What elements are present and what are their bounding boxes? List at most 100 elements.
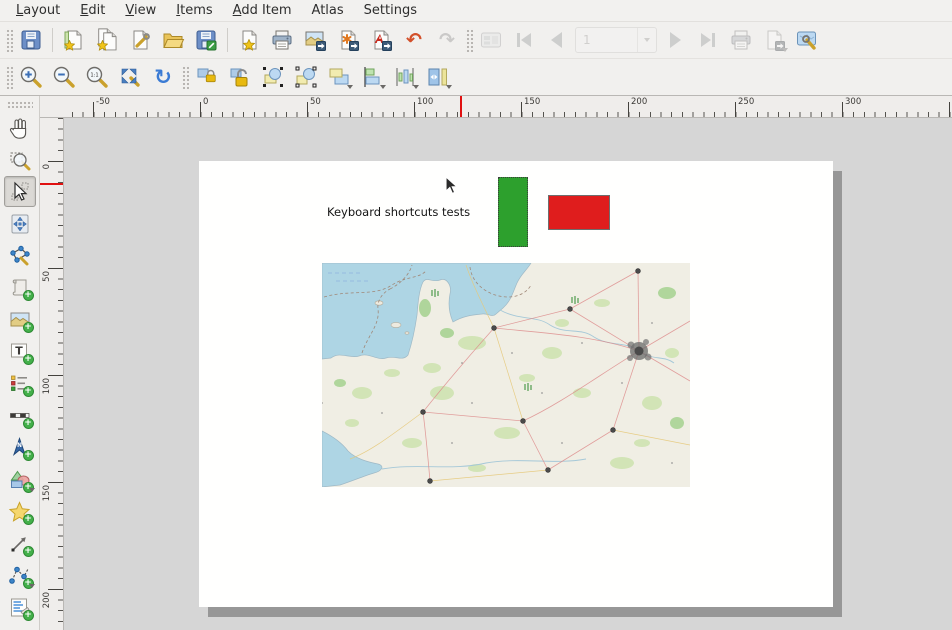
add-picture-tool-button[interactable]: + bbox=[4, 304, 36, 335]
separator bbox=[227, 28, 228, 52]
select-move-item-tool-button[interactable] bbox=[4, 176, 36, 207]
atlas-first-icon bbox=[512, 28, 536, 52]
atlas-settings-icon bbox=[795, 28, 819, 52]
menu-edit[interactable]: Edit bbox=[70, 0, 115, 22]
menu-layout[interactable]: Layout bbox=[6, 0, 70, 22]
refresh-icon: ↻ bbox=[154, 67, 172, 88]
atlas-page-value: 1 bbox=[576, 33, 637, 47]
atlas-last-button[interactable] bbox=[693, 25, 723, 55]
zoom-actual-icon: 1:1 bbox=[90, 72, 98, 78]
add-marker-tool-button[interactable]: + bbox=[4, 496, 36, 527]
add-label-tool-button[interactable]: T+ bbox=[4, 336, 36, 367]
menu-atlas[interactable]: Atlas bbox=[302, 0, 354, 22]
ruler-cursor-marker bbox=[40, 183, 63, 185]
select-move-icon bbox=[8, 180, 32, 204]
toolbox-grip[interactable] bbox=[7, 101, 33, 108]
zoom-tool-button[interactable] bbox=[4, 144, 36, 175]
label-item[interactable]: Keyboard shortcuts tests bbox=[327, 205, 497, 221]
dropdown-caret-icon bbox=[29, 488, 35, 492]
atlas-first-button[interactable] bbox=[509, 25, 539, 55]
ruler-major-ticks bbox=[93, 102, 952, 117]
menu-add-item[interactable]: Add Item bbox=[223, 0, 302, 22]
green-rectangle-item[interactable] bbox=[498, 177, 528, 247]
horizontal-ruler: -50 0 50 100 150 200 250 300 350 bbox=[64, 96, 952, 118]
add-pages-button[interactable] bbox=[234, 25, 264, 55]
export-image-icon bbox=[303, 28, 327, 52]
add-legend-tool-button[interactable]: + bbox=[4, 368, 36, 399]
atlas-export-button[interactable] bbox=[759, 25, 789, 55]
toolbar-grip[interactable] bbox=[5, 65, 13, 89]
plus-badge-icon: + bbox=[23, 514, 34, 525]
zoom-full-icon bbox=[118, 65, 142, 89]
group-items-button[interactable] bbox=[258, 62, 288, 92]
atlas-preview-icon bbox=[479, 28, 503, 52]
add-map-tool-button[interactable]: + bbox=[4, 272, 36, 303]
undo-icon: ↶ bbox=[406, 31, 422, 50]
add-shape-tool-button[interactable]: + bbox=[4, 464, 36, 495]
atlas-export-icon bbox=[776, 42, 785, 51]
save-as-button[interactable] bbox=[191, 25, 221, 55]
menu-settings[interactable]: Settings bbox=[354, 0, 427, 22]
zoom-in-button[interactable] bbox=[16, 62, 46, 92]
dropdown-caret-icon bbox=[347, 85, 353, 89]
atlas-preview-button[interactable] bbox=[476, 25, 506, 55]
plus-badge-icon: + bbox=[23, 290, 34, 301]
export-pdf-button[interactable] bbox=[366, 25, 396, 55]
layout-manager-button[interactable] bbox=[125, 25, 155, 55]
redo-button[interactable]: ↷ bbox=[432, 25, 462, 55]
add-arrow-tool-button[interactable]: + bbox=[4, 528, 36, 559]
align-items-button[interactable] bbox=[357, 62, 387, 92]
pan-tool-button[interactable] bbox=[4, 112, 36, 143]
ungroup-items-button[interactable] bbox=[291, 62, 321, 92]
edit-nodes-icon bbox=[8, 244, 32, 268]
zoom-full-button[interactable] bbox=[115, 62, 145, 92]
export-svg-button[interactable] bbox=[333, 25, 363, 55]
map-item[interactable] bbox=[322, 263, 690, 487]
plus-badge-icon: + bbox=[23, 386, 34, 397]
raise-items-button[interactable] bbox=[324, 62, 354, 92]
add-north-arrow-tool-button[interactable]: N+ bbox=[4, 432, 36, 463]
ruler-label: 0 bbox=[203, 97, 208, 107]
red-rectangle-item[interactable] bbox=[548, 195, 610, 230]
distribute-items-button[interactable] bbox=[390, 62, 420, 92]
atlas-print-button[interactable] bbox=[726, 25, 756, 55]
save-project-button[interactable] bbox=[16, 25, 46, 55]
toolbar-grip[interactable] bbox=[181, 65, 189, 89]
edit-nodes-tool-button[interactable] bbox=[4, 240, 36, 271]
atlas-page-combobox[interactable]: 1 bbox=[575, 27, 657, 53]
lock-items-button[interactable] bbox=[192, 62, 222, 92]
add-html-tool-button[interactable]: + bbox=[4, 592, 36, 623]
item-toolbox: + + T+ + + N+ + + + + + bbox=[0, 96, 40, 630]
open-folder-button[interactable] bbox=[158, 25, 188, 55]
mouse-cursor-icon bbox=[445, 176, 459, 196]
atlas-settings-button[interactable] bbox=[792, 25, 822, 55]
zoom-out-button[interactable] bbox=[49, 62, 79, 92]
refresh-button[interactable]: ↻ bbox=[148, 62, 178, 92]
zoom-actual-button[interactable]: 1:1 bbox=[82, 62, 112, 92]
combobox-dropdown-arrow[interactable] bbox=[637, 28, 656, 52]
unlock-all-button[interactable] bbox=[225, 62, 255, 92]
duplicate-layout-button[interactable] bbox=[92, 25, 122, 55]
add-scalebar-tool-button[interactable]: + bbox=[4, 400, 36, 431]
dropdown-caret-icon bbox=[782, 48, 788, 52]
atlas-print-icon bbox=[732, 31, 750, 49]
print-button[interactable] bbox=[267, 25, 297, 55]
atlas-prev-button[interactable] bbox=[542, 25, 572, 55]
toolbar-grip[interactable] bbox=[465, 28, 473, 52]
resize-items-button[interactable] bbox=[423, 62, 453, 92]
toolbar-grip[interactable] bbox=[5, 28, 13, 52]
layout-page[interactable]: Keyboard shortcuts tests bbox=[199, 161, 833, 607]
menu-view[interactable]: View bbox=[115, 0, 166, 22]
add-node-item-tool-button[interactable]: + bbox=[4, 560, 36, 591]
export-image-button[interactable] bbox=[300, 25, 330, 55]
layout-canvas[interactable]: Keyboard shortcuts tests bbox=[64, 118, 952, 630]
undo-button[interactable]: ↶ bbox=[399, 25, 429, 55]
add-label-icon: T bbox=[15, 344, 23, 357]
menu-items[interactable]: Items bbox=[166, 0, 222, 22]
export-svg-icon bbox=[336, 28, 360, 52]
move-content-tool-button[interactable] bbox=[4, 208, 36, 239]
dropdown-caret-icon bbox=[446, 85, 452, 89]
atlas-next-button[interactable] bbox=[660, 25, 690, 55]
open-folder-icon bbox=[161, 28, 185, 52]
new-layout-button[interactable] bbox=[59, 25, 89, 55]
